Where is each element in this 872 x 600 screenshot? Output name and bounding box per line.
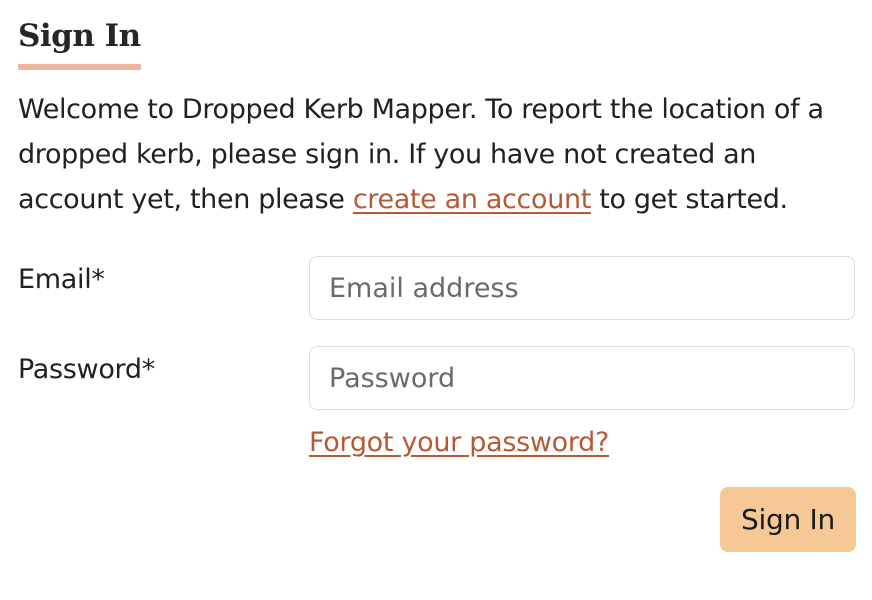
sign-in-page: Sign In Welcome to Dropped Kerb Mapper. … bbox=[0, 0, 872, 600]
title-underline bbox=[18, 64, 141, 70]
email-label: Email* bbox=[18, 264, 105, 295]
password-field[interactable] bbox=[309, 346, 855, 410]
create-account-link[interactable]: create an account bbox=[353, 184, 592, 215]
sign-in-button[interactable]: Sign In bbox=[720, 487, 856, 552]
intro-text-after-link: to get started. bbox=[590, 184, 788, 215]
page-header: Sign In bbox=[18, 14, 141, 70]
page-title: Sign In bbox=[18, 18, 141, 54]
forgot-password-link[interactable]: Forgot your password? bbox=[309, 423, 609, 463]
email-field[interactable] bbox=[309, 256, 855, 320]
intro-paragraph: Welcome to Dropped Kerb Mapper. To repor… bbox=[18, 87, 860, 222]
password-label: Password* bbox=[18, 354, 155, 385]
